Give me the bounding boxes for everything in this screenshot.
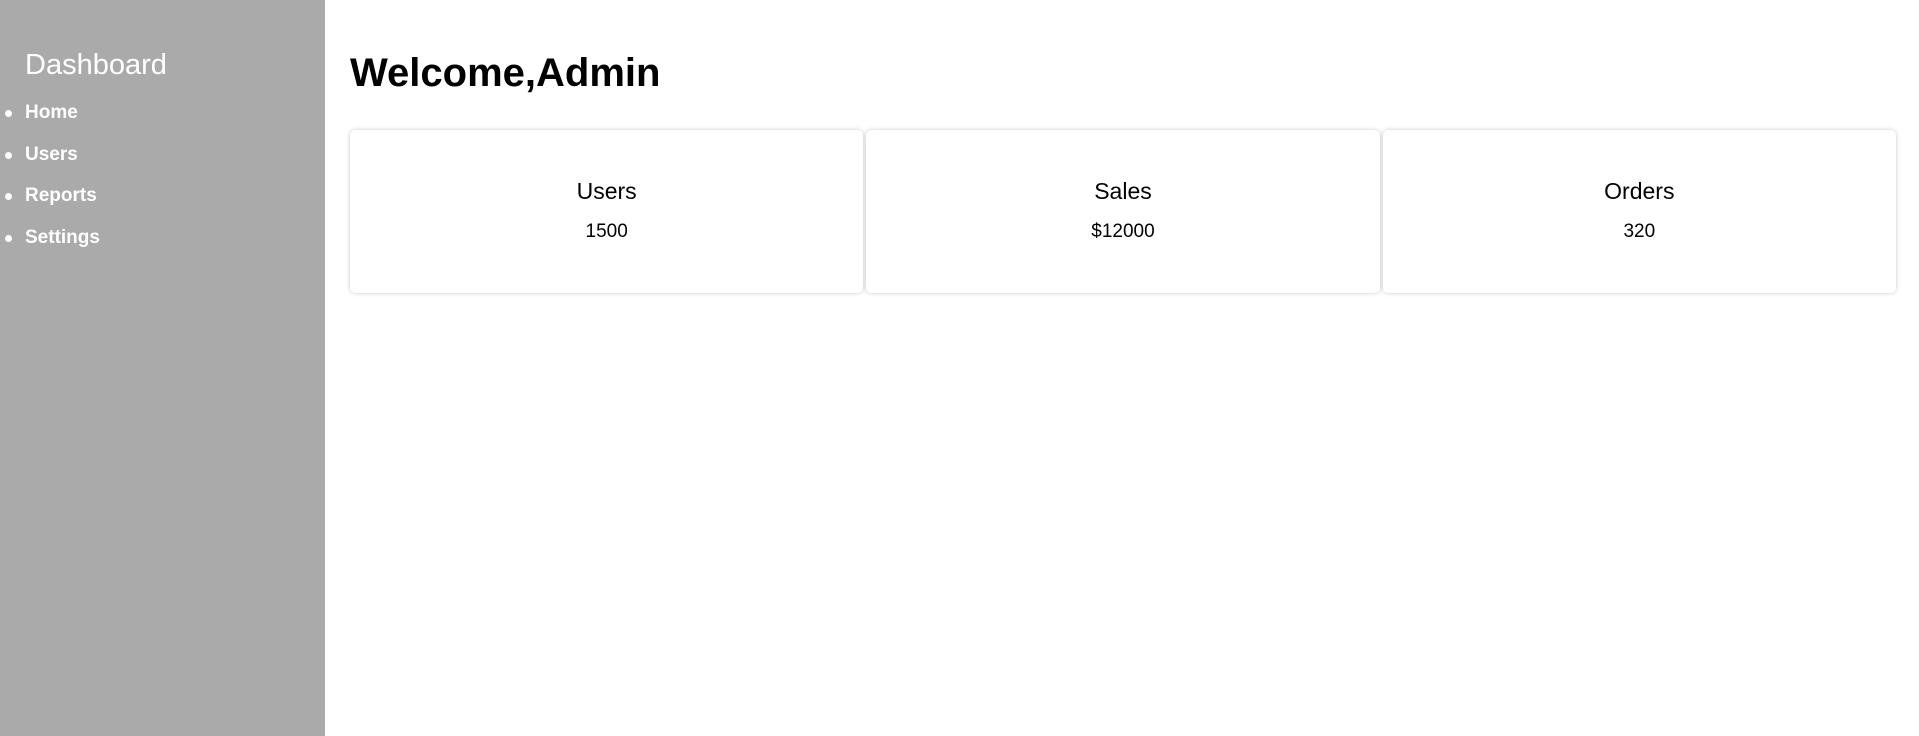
sidebar-item-label: Home [25, 102, 78, 123]
sidebar: Dashboard Home Users Reports Settings [0, 0, 325, 736]
sidebar-item-label: Users [25, 143, 78, 165]
stat-card-label: Users [576, 178, 637, 204]
stat-card-sales: Sales $12000 [866, 130, 1380, 293]
sidebar-item-label: Settings [25, 226, 100, 248]
bullet-icon [5, 151, 12, 159]
sidebar-item-reports[interactable]: Reports [0, 179, 325, 221]
sidebar-item-label: Reports [25, 185, 97, 206]
app-root: Dashboard Home Users Reports Settings We… [0, 0, 1919, 736]
sidebar-item-settings[interactable]: Settings [0, 221, 325, 263]
stat-card-value: 1500 [585, 221, 628, 242]
sidebar-nav: Home Users Reports Settings [0, 96, 325, 262]
page-title: Welcome,Admin [350, 51, 661, 95]
bullet-icon [5, 110, 12, 117]
sidebar-item-home[interactable]: Home [0, 96, 325, 138]
sidebar-item-users[interactable]: Users [0, 138, 325, 180]
stat-card-value: $12000 [1091, 221, 1155, 242]
stats-cards: Users 1500 Sales $12000 Orders 320 [350, 130, 1896, 293]
bullet-icon [5, 234, 12, 242]
stat-card-orders: Orders 320 [1382, 130, 1896, 293]
bullet-icon [5, 193, 12, 200]
main-content: Welcome,Admin Users 1500 Sales $12000 Or… [325, 0, 1919, 736]
sidebar-title: Dashboard [25, 49, 167, 81]
stat-card-label: Orders [1604, 178, 1675, 204]
stat-card-value: 320 [1623, 221, 1656, 242]
stat-card-users: Users 1500 [350, 130, 864, 293]
stat-card-label: Sales [1094, 178, 1152, 204]
